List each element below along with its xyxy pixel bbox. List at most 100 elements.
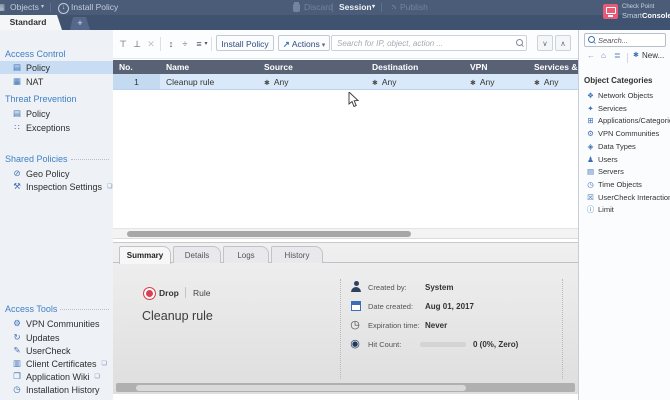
category-services[interactable]: ✦ Services [586, 103, 670, 114]
sidebar-item-updates[interactable]: ↻ Updates [0, 331, 113, 344]
objects-menu[interactable]: Objects [10, 0, 39, 15]
objects-panel: ← ⌂ ≣ ✱ New... Object Categories ❖ Networ… [578, 30, 670, 400]
objects-search-input[interactable] [584, 33, 666, 47]
delete-rule-icon[interactable]: ✕ [145, 36, 157, 52]
category-data-types[interactable]: ◈ Data Types [586, 141, 670, 152]
category-time-objects[interactable]: ◷ Time Objects [586, 179, 670, 190]
divider [185, 287, 186, 298]
column-source[interactable]: Source [260, 60, 368, 74]
item-label: Inspection Settings [26, 181, 103, 192]
scrollbar-thumb[interactable] [136, 384, 466, 391]
history-clock-icon: ◷ [13, 384, 21, 394]
usercheck-icon: ✎ [13, 345, 21, 355]
sidebar-item-inspection-settings[interactable]: ⚒ Inspection Settings ❏ [0, 180, 113, 193]
field-value: Aug 01, 2017 [425, 302, 474, 311]
item-label: Time Objects [598, 180, 642, 189]
column-vpn[interactable]: VPN [466, 60, 530, 74]
back-arrow-icon[interactable]: ← [587, 51, 595, 60]
item-label: UserCheck [26, 345, 71, 356]
gear-icon: ⚙ [587, 129, 594, 138]
sidebar-item-vpn-communities[interactable]: ⚙ VPN Communities [0, 317, 113, 330]
publish-button[interactable]: Publish [400, 0, 428, 15]
column-services[interactable]: Services & Applications [530, 60, 578, 74]
category-vpn-communities[interactable]: ⚙ VPN Communities [586, 128, 670, 139]
home-icon[interactable]: ⌂ [601, 51, 606, 60]
field-label: Expiration time: [368, 321, 420, 330]
rule-name-title: Cleanup rule [142, 309, 213, 323]
sidebar-item-nat[interactable]: ▦ NAT [0, 75, 113, 88]
search-next-button[interactable]: ∨ [537, 35, 553, 51]
category-network-objects[interactable]: ❖ Network Objects [586, 90, 670, 101]
sidebar-item-threat-policy[interactable]: ▤ Policy [0, 107, 113, 120]
rulebase-search-input[interactable] [331, 35, 527, 51]
install-policy-icon: ↓ [58, 3, 69, 14]
cell-value: Any [381, 77, 397, 87]
session-menu[interactable]: Session [339, 0, 372, 15]
item-label: Data Types [598, 142, 636, 151]
add-rule-above-icon[interactable]: ⊤ [117, 36, 129, 52]
item-label: Servers [598, 167, 624, 176]
item-label: Applications/Categories [598, 116, 670, 125]
sidebar-item-geo-policy[interactable]: ⊘ Geo Policy [0, 167, 113, 180]
policy-icon: ▤ [12, 108, 22, 118]
sidebar-item-exceptions[interactable]: ∷ Exceptions [0, 121, 113, 134]
new-object-icon: ✱ [633, 52, 639, 59]
install-policy-menu[interactable]: Install Policy [71, 0, 118, 15]
tab-summary[interactable]: Summary [119, 246, 171, 264]
discard-button[interactable]: Discard [304, 0, 333, 15]
brand-logo: Check Point SmartConsole [600, 2, 670, 28]
category-servers[interactable]: ▤ Servers [586, 166, 670, 177]
category-limit[interactable]: ⓘ Limit [586, 204, 670, 215]
divider [562, 279, 563, 379]
rulebase-header-row: No. Name Source Destination VPN Services… [113, 60, 578, 74]
field-value: System [425, 283, 454, 292]
list-view-icon[interactable]: ≣ [614, 51, 621, 60]
calendar-icon [351, 301, 361, 311]
horizontal-scrollbar[interactable] [113, 228, 578, 239]
expand-rows-icon[interactable]: ↕ [165, 36, 177, 52]
horizontal-scrollbar[interactable] [116, 383, 575, 392]
new-object-button[interactable]: New... [642, 51, 664, 60]
services-icon: ✦ [587, 104, 594, 113]
sidebar-item-installation-history[interactable]: ◷ Installation History [0, 383, 113, 396]
tab-history[interactable]: History [271, 246, 323, 263]
sidebar-item-usercheck[interactable]: ✎ UserCheck [0, 344, 113, 357]
search-prev-button[interactable]: ∧ [555, 35, 571, 51]
scrollbar-thumb[interactable] [127, 231, 411, 237]
table-row-cleanup-rule[interactable]: 1 Cleanup rule ✱ Any ✱ Any ✱ Any ✱ Any [113, 74, 578, 90]
user-icon [351, 281, 361, 292]
tab-standard[interactable]: Standard [0, 15, 62, 30]
new-tab-button[interactable]: + [70, 17, 90, 30]
chevron-down-icon[interactable]: ▾ [202, 36, 210, 52]
tab-details[interactable]: Details [173, 246, 221, 263]
category-usercheck-interactions[interactable]: ☒ UserCheck Interactions [586, 192, 670, 203]
chevron-down-icon: ▾ [41, 4, 45, 10]
actions-button[interactable]: ↗ Actions ▾ [278, 35, 330, 51]
applications-icon: ⊞ [587, 116, 594, 125]
sidebar-item-policy[interactable]: ▤ Policy [0, 61, 113, 74]
tab-logs[interactable]: Logs [223, 246, 269, 263]
item-label: Services [598, 104, 627, 113]
cell-destination: ✱ Any [368, 74, 466, 89]
category-applications[interactable]: ⊞ Applications/Categories [586, 115, 670, 126]
cell-name: Cleanup rule [166, 77, 215, 87]
checkpoint-logo-icon [603, 4, 618, 19]
item-label: Client Certificates [26, 358, 97, 369]
discard-trash-icon [293, 2, 300, 12]
servers-icon: ▤ [586, 167, 595, 176]
install-policy-button[interactable]: Install Policy [216, 35, 274, 51]
divider [211, 37, 212, 51]
category-users[interactable]: ♟ Users [586, 154, 670, 165]
divider [340, 279, 341, 379]
column-name[interactable]: Name [160, 60, 260, 74]
section-title: Access Tools [5, 304, 58, 314]
column-no[interactable]: No. [113, 60, 160, 74]
sidebar-item-application-wiki[interactable]: ❐ Application Wiki ❏ [0, 370, 113, 383]
item-label: Limit [598, 205, 614, 214]
sidebar-item-client-certificates[interactable]: ▥ Client Certificates ❏ [0, 357, 113, 370]
column-destination[interactable]: Destination [368, 60, 466, 74]
item-label: Policy [26, 62, 51, 73]
collapse-rows-icon[interactable]: ÷ [179, 36, 191, 52]
field-value: Never [425, 321, 448, 330]
add-rule-below-icon[interactable]: ⊥ [131, 36, 143, 52]
